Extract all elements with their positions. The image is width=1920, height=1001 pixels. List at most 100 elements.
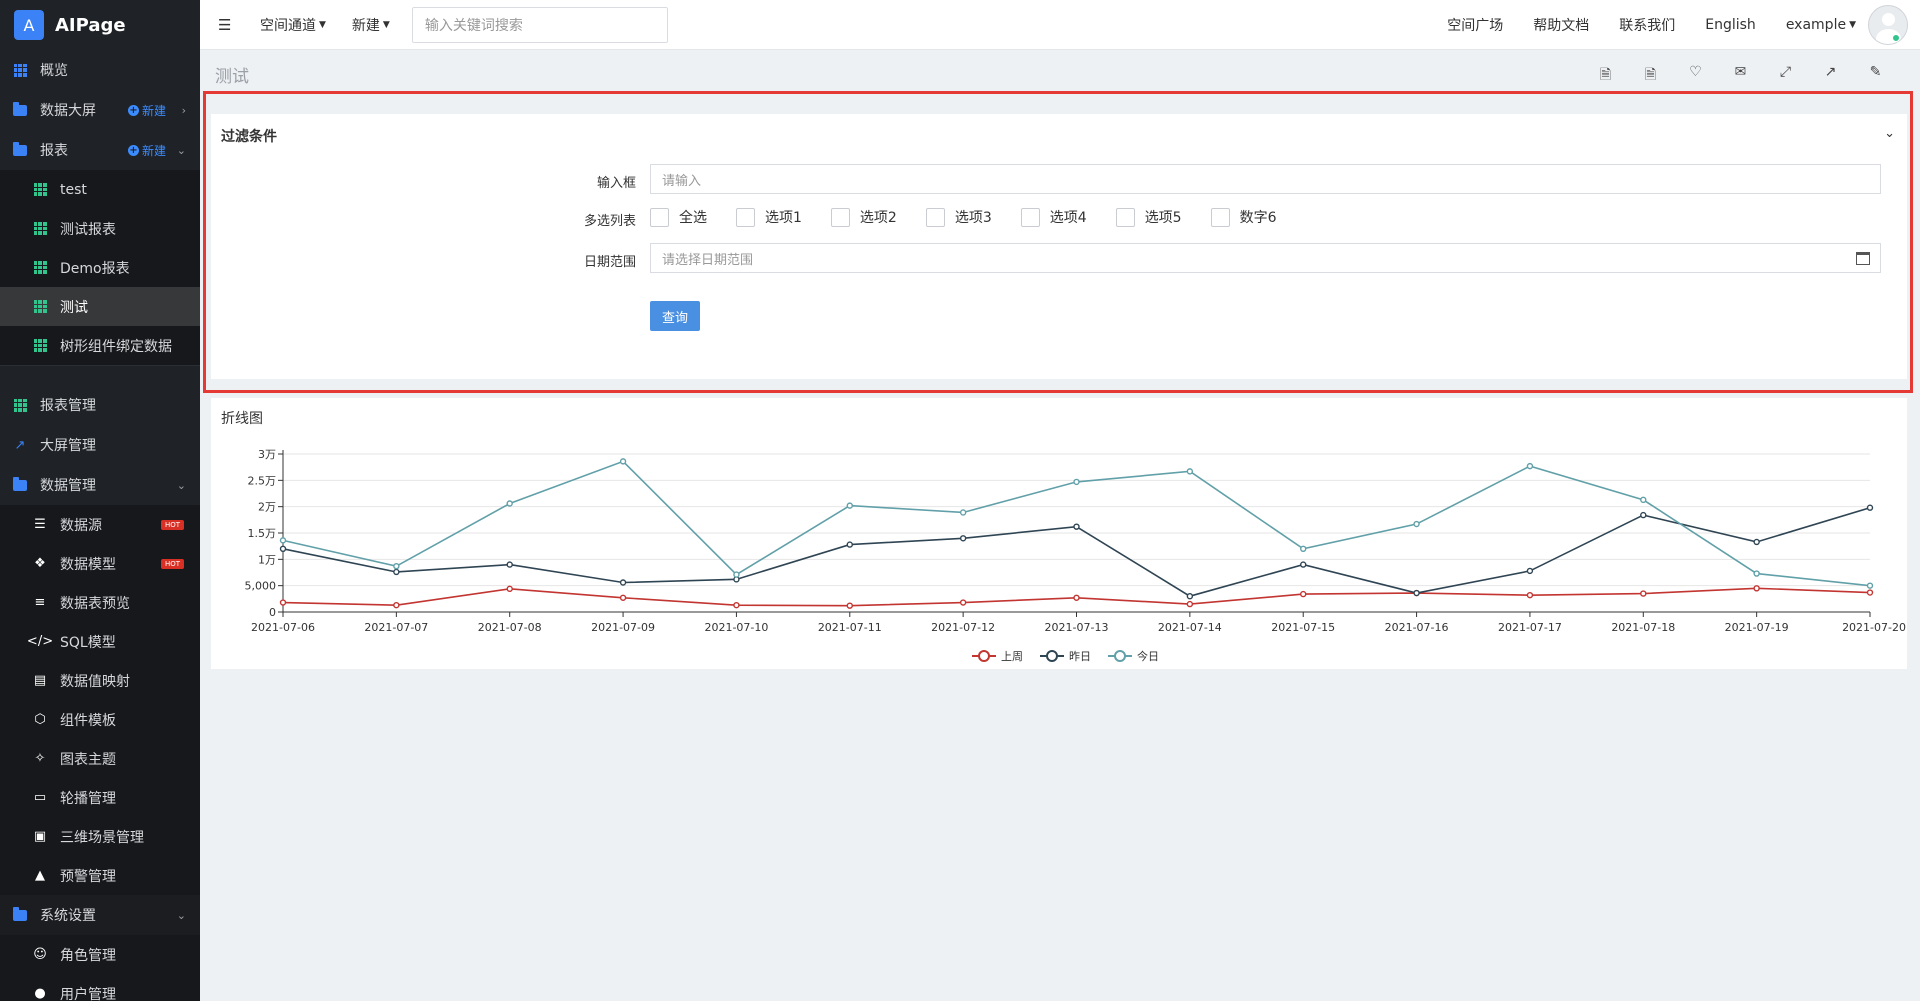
report-item-test-report[interactable]: 测试报表	[0, 209, 200, 248]
sidebar-item-screen-manage[interactable]: ↗ 大屏管理	[0, 425, 200, 465]
folder-icon	[12, 101, 28, 118]
x-tick-label: 2021-07-06	[251, 621, 315, 634]
edit-pencil-icon[interactable]: ✎	[1853, 64, 1898, 88]
app-logo: A	[14, 10, 44, 40]
report-item-current[interactable]: 测试	[0, 287, 200, 326]
series-line	[282, 506, 1871, 598]
code-icon: </>	[26, 634, 54, 649]
sidebar-item-reports[interactable]: 报表 + 新建 ⌄	[0, 130, 200, 170]
mail-icon[interactable]: ✉	[1718, 64, 1763, 88]
settings-item-roles[interactable]: ☺ 角色管理	[0, 935, 200, 974]
data-point	[1073, 523, 1080, 530]
report-item-test[interactable]: test	[0, 170, 200, 209]
data-point	[1413, 589, 1420, 597]
user-menu[interactable]: example ▼	[1786, 17, 1856, 33]
x-tick-label: 2021-07-11	[818, 621, 882, 634]
data-point	[506, 585, 513, 593]
fullscreen-icon[interactable]: ⤢	[1763, 64, 1808, 88]
settings-item-users[interactable]: ● 用户管理	[0, 974, 200, 1001]
table-icon	[12, 397, 28, 413]
data-point	[959, 599, 967, 606]
sidebar-toggle-icon[interactable]: ☰	[218, 16, 234, 34]
brand[interactable]: A AIPage	[0, 0, 200, 50]
link-help-docs[interactable]: 帮助文档	[1533, 15, 1589, 35]
folder-icon	[12, 476, 28, 493]
x-tick-label: 2021-07-20	[1842, 621, 1906, 634]
x-tick-label: 2021-07-16	[1385, 621, 1449, 634]
user-icon: ●	[34, 986, 46, 1001]
legend-swatch-point	[1046, 650, 1058, 662]
data-point	[959, 509, 967, 516]
data-point	[733, 601, 740, 609]
chevron-right-icon: ›	[181, 103, 186, 117]
y-tick-label: 0	[269, 606, 276, 619]
codepen-icon: ⬡	[34, 712, 46, 727]
database-icon: ☰	[34, 517, 46, 532]
data-item-datasource[interactable]: ☰ 数据源 HOT	[0, 505, 200, 544]
new-report-button[interactable]: + 新建	[127, 142, 166, 159]
y-tick-label: 3万	[258, 448, 276, 461]
data-item-value-map[interactable]: ▤ 数据值映射	[0, 661, 200, 700]
plus-icon: +	[127, 144, 139, 156]
y-tick-label: 2.5万	[248, 474, 277, 487]
legend-swatch-point	[978, 650, 990, 662]
data-point	[1073, 478, 1080, 486]
data-point	[1186, 600, 1194, 608]
data-item-chart-theme[interactable]: ✧ 图表主题	[0, 739, 200, 778]
data-item-alert[interactable]: ▲ 预警管理	[0, 856, 200, 895]
data-item-sql-model[interactable]: </> SQL模型	[0, 622, 200, 661]
data-point	[279, 599, 287, 606]
new-screen-button[interactable]: + 新建	[127, 102, 166, 119]
hot-badge: HOT	[160, 519, 184, 530]
data-point	[1753, 538, 1760, 546]
new-menu[interactable]: 新建 ▼	[352, 15, 390, 35]
folder-icon	[12, 906, 28, 923]
magic-wand-icon: ✧	[34, 751, 46, 766]
link-contact[interactable]: 联系我们	[1619, 15, 1675, 35]
chart-panel: 折线图 0 5,000 1万 1.5万 2万 2.5万 3万 2021-07-06 2021-0…	[211, 398, 1907, 669]
data-point	[1526, 591, 1534, 599]
x-tick-label: 2021-07-15	[1271, 621, 1335, 634]
plus-icon: +	[127, 104, 139, 116]
data-item-component-template[interactable]: ⬡ 组件模板	[0, 700, 200, 739]
x-tick-label: 2021-07-13	[1045, 621, 1109, 634]
data-item-model[interactable]: ❖ 数据模型 HOT	[0, 544, 200, 583]
data-item-carousel[interactable]: ▭ 轮播管理	[0, 778, 200, 817]
dashboard-icon	[12, 62, 28, 78]
sidebar-item-settings[interactable]: 系统设置 ⌄	[0, 895, 200, 935]
caret-down-icon: ▼	[382, 19, 390, 30]
export-pdf-icon[interactable]: 🗎	[1583, 64, 1628, 88]
legend-label: 昨日	[1069, 650, 1091, 663]
language-switch[interactable]: English	[1705, 17, 1756, 33]
data-point	[619, 458, 627, 465]
x-tick-label: 2021-07-17	[1498, 621, 1562, 634]
highlight-box	[203, 91, 1913, 393]
sidebar-item-overview[interactable]: 概览	[0, 50, 200, 90]
data-item-table-preview[interactable]: ≡ 数据表预览	[0, 583, 200, 622]
page-title: 测试	[215, 67, 249, 87]
avatar[interactable]	[1868, 5, 1908, 45]
share-icon[interactable]: ↗	[1808, 64, 1853, 88]
report-item-demo[interactable]: Demo报表	[0, 248, 200, 287]
data-point	[279, 545, 287, 553]
favorite-heart-icon[interactable]: ♡	[1673, 64, 1718, 88]
export-excel-icon[interactable]: 🗎	[1628, 64, 1673, 88]
sidebar-item-screens[interactable]: 数据大屏 + 新建 ›	[0, 90, 200, 130]
link-space-square[interactable]: 空间广场	[1447, 15, 1503, 35]
data-item-3d-scene[interactable]: ▣ 三维场景管理	[0, 817, 200, 856]
y-tick-label: 5,000	[245, 580, 277, 593]
sidebar-item-data-manage[interactable]: 数据管理 ⌄	[0, 465, 200, 505]
caret-down-icon: ▼	[1849, 20, 1856, 30]
y-tick-label: 1万	[258, 553, 276, 566]
report-item-tree[interactable]: 树形组件绑定数据	[0, 326, 200, 365]
search-input[interactable]: 输入关键词搜索	[411, 6, 668, 43]
line-chart: 0 5,000 1万 1.5万 2万 2.5万 3万 2021-07-06 2021-07-07…	[245, 448, 1907, 663]
sidebar-item-report-manage[interactable]: 报表管理	[0, 385, 200, 425]
folder-icon	[12, 141, 28, 158]
legend-label: 今日	[1137, 649, 1159, 663]
space-menu[interactable]: 空间通道 ▼	[260, 15, 326, 35]
top-right-links: 空间广场 帮助文档 联系我们 English example ▼	[1417, 0, 1908, 50]
data-point	[1300, 590, 1307, 598]
topbar: ☰ 空间通道 ▼ 新建 ▼ 输入关键词搜索 空间广场 帮助文档 联系我们 Engli…	[200, 0, 1920, 50]
data-point	[1640, 511, 1647, 519]
